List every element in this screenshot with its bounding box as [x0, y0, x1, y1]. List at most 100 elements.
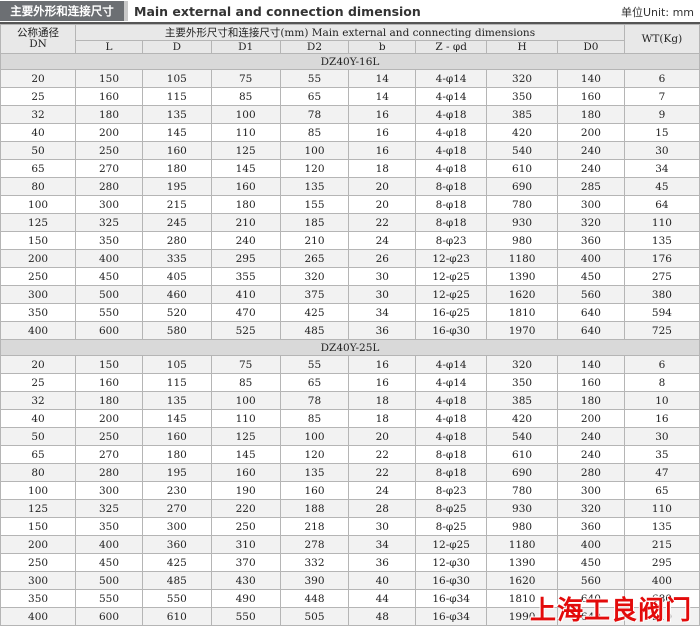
- table-cell: 240: [557, 427, 625, 446]
- table-cell: 22: [348, 445, 417, 464]
- table-cell: 520: [141, 303, 212, 322]
- table-cell: 78: [279, 105, 350, 124]
- table-row: 25 160 115 85 65 16 4-φ14 350 160 8: [0, 373, 700, 392]
- table-cell: 16-φ34: [415, 607, 488, 626]
- title-en: Main external and connection dimension: [134, 3, 421, 19]
- table-cell: 16-φ25: [415, 303, 488, 322]
- table-cell: 300: [75, 195, 143, 214]
- table-cell: 16: [348, 123, 417, 142]
- table-cell: 100: [279, 427, 350, 446]
- table-cell: 4-φ14: [415, 69, 488, 88]
- table-row: 50 250 160 125 100 20 4-φ18 540 240 30: [0, 427, 700, 446]
- table-cell: 360: [141, 535, 212, 554]
- table-cell: 360: [557, 231, 625, 250]
- table-cell: 115: [141, 87, 212, 106]
- table-cell: 780: [486, 481, 559, 500]
- table-cell: 16: [348, 105, 417, 124]
- dn-header-en: DN: [29, 38, 47, 50]
- table-cell: 15: [623, 123, 700, 142]
- table-row: 25 160 115 85 65 14 4-φ14 350 160 7: [0, 87, 700, 106]
- table-cell: 6: [623, 355, 700, 374]
- table-cell: 65: [279, 87, 350, 106]
- table-cell: 10: [623, 391, 700, 410]
- table-cell: 310: [210, 535, 281, 554]
- table-cell: 100: [0, 195, 77, 214]
- table-cell: 160: [557, 87, 625, 106]
- watermark-logo: 上海工良阀门: [529, 596, 692, 626]
- table-cell: 780: [486, 195, 559, 214]
- table-row: 65 270 180 145 120 22 8-φ18 610 240 35: [0, 445, 700, 464]
- table-cell: 265: [279, 249, 350, 268]
- table-cell: 335: [141, 249, 212, 268]
- table-cell: 12-φ25: [415, 285, 488, 304]
- table-cell: 690: [486, 463, 559, 482]
- table-cell: 500: [75, 571, 143, 590]
- table-cell: 350: [486, 87, 559, 106]
- table-cell: 350: [75, 517, 143, 536]
- table-cell: 34: [348, 303, 417, 322]
- table-row: 400 600 580 525 485 36 16-φ30 1970 640 725: [0, 321, 700, 340]
- table-cell: 12-φ30: [415, 553, 488, 572]
- table-cell: 120: [279, 445, 350, 464]
- table-cell: 145: [141, 123, 212, 142]
- table-cell: 16-φ30: [415, 571, 488, 590]
- table-cell: 115: [141, 373, 212, 392]
- table-cell: 40: [348, 571, 417, 590]
- table-cell: 320: [557, 499, 625, 518]
- table-cell: 4-φ18: [415, 141, 488, 160]
- table-cell: 270: [75, 445, 143, 464]
- table-cell: 240: [557, 141, 625, 160]
- table-cell: 135: [623, 517, 700, 536]
- table-body: DZ40Y-16L 20 150 105 75 55 14 4-φ14 320 140 6 25 160…: [0, 53, 700, 626]
- table-cell: 350: [486, 373, 559, 392]
- table-cell: 8-φ18: [415, 177, 488, 196]
- table-cell: 105: [141, 69, 212, 88]
- table-cell: 135: [141, 105, 212, 124]
- table-cell: 55: [279, 69, 350, 88]
- table-cell: 390: [279, 571, 350, 590]
- table-cell: 280: [141, 231, 212, 250]
- table-cell: 65: [279, 373, 350, 392]
- table-row: 65 270 180 145 120 18 4-φ18 610 240 34: [0, 159, 700, 178]
- table-cell: 610: [486, 445, 559, 464]
- table-cell: 145: [141, 409, 212, 428]
- table-cell: 188: [279, 499, 350, 518]
- table-cell: 145: [210, 159, 281, 178]
- table-cell: 600: [75, 321, 143, 340]
- table-cell: 240: [210, 231, 281, 250]
- table-cell: 180: [141, 445, 212, 464]
- table-cell: 20: [348, 427, 417, 446]
- table-cell: 75: [210, 69, 281, 88]
- table-cell: 4-φ18: [415, 123, 488, 142]
- table-row: 125 325 270 220 188 28 8-φ25 930 320 110: [0, 499, 700, 518]
- table-cell: 610: [141, 607, 212, 626]
- table-cell: 350: [0, 589, 77, 608]
- table-cell: 160: [557, 373, 625, 392]
- table-cell: 200: [75, 409, 143, 428]
- table-cell: 125: [0, 213, 77, 232]
- table-cell: 1390: [486, 267, 559, 286]
- wt-header: WT(Kg): [623, 24, 700, 54]
- table-cell: 250: [75, 427, 143, 446]
- table-cell: 185: [279, 213, 350, 232]
- table-cell: 4-φ18: [415, 427, 488, 446]
- section-title: DZ40Y-25L: [0, 339, 700, 356]
- table-cell: 85: [279, 123, 350, 142]
- table-cell: 12-φ23: [415, 249, 488, 268]
- column-header: b: [348, 40, 417, 54]
- table-cell: 48: [348, 607, 417, 626]
- table-cell: 332: [279, 553, 350, 572]
- table-cell: 550: [75, 589, 143, 608]
- table-cell: 180: [75, 391, 143, 410]
- section-header-row: DZ40Y-25L: [0, 339, 700, 356]
- table-cell: 135: [279, 463, 350, 482]
- table-cell: 30: [348, 517, 417, 536]
- table-cell: 30: [348, 285, 417, 304]
- column-header-row: L D D1 D2 b Z - φd H D0: [1, 40, 700, 54]
- table-cell: 28: [348, 499, 417, 518]
- table-cell: 320: [279, 267, 350, 286]
- table-cell: 100: [279, 141, 350, 160]
- table-cell: 16: [623, 409, 700, 428]
- table-cell: 215: [141, 195, 212, 214]
- table-cell: 370: [210, 553, 281, 572]
